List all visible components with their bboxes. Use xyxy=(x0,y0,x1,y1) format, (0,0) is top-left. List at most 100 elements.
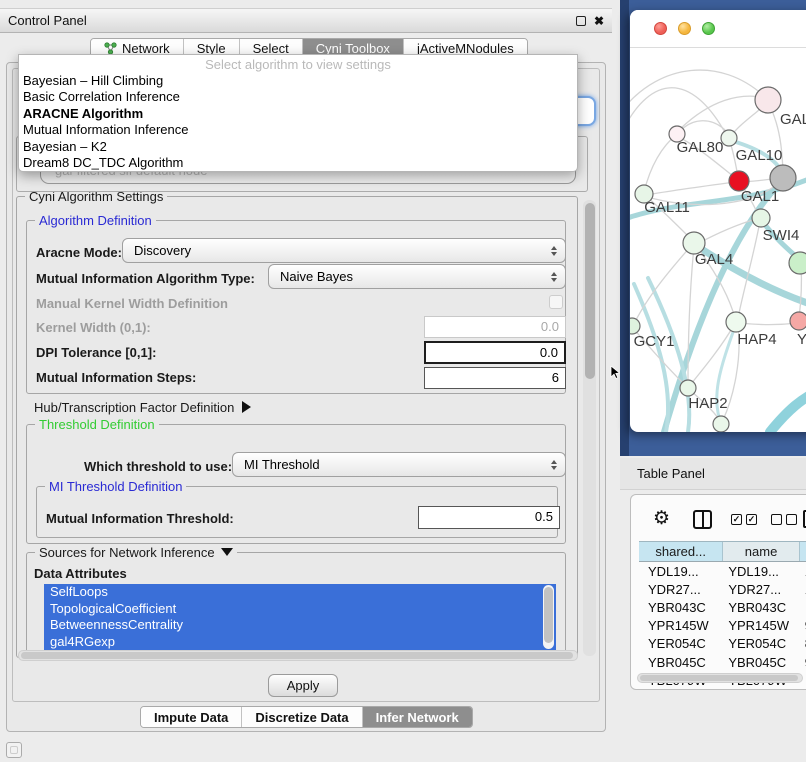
network-node[interactable] xyxy=(680,380,696,396)
table-row[interactable]: YPR145WYPR145W9. xyxy=(639,617,806,635)
attribute-list-item[interactable]: gal4RGexp xyxy=(44,634,556,651)
apply-button[interactable]: Apply xyxy=(268,674,338,697)
network-node[interactable] xyxy=(770,165,796,191)
attribute-list-item[interactable]: SelfLoops xyxy=(44,584,556,601)
network-edge xyxy=(630,70,764,108)
which-threshold-value: MI Threshold xyxy=(244,457,320,472)
network-node[interactable] xyxy=(630,318,640,334)
tab-label: Discretize Data xyxy=(255,710,348,725)
network-node[interactable] xyxy=(789,252,806,274)
column-header-clipped[interactable] xyxy=(800,542,806,561)
select-all-columns-icon[interactable]: ✓✓ xyxy=(731,514,757,525)
settings-hscrollbar-thumb[interactable] xyxy=(21,652,573,659)
network-node-label: GCY1 xyxy=(634,333,675,350)
attributes-scrollbar-thumb[interactable] xyxy=(544,587,553,643)
dropdown-item[interactable]: Basic Correlation Inference xyxy=(19,89,577,105)
tab-label: Infer Network xyxy=(376,710,459,725)
float-window-icon[interactable] xyxy=(576,16,586,26)
node-table: shared... name YDL19...YDL19...13YDR27..… xyxy=(639,541,806,693)
algorithm-dropdown-popup: Select algorithm to view settings Bayesi… xyxy=(18,54,578,172)
network-svg[interactable]: GALGAL80GAL10GAL1GAL11SWI4GAL4GCY1HAP4YH… xyxy=(630,48,806,432)
zoom-traffic-light-icon[interactable] xyxy=(702,22,715,35)
mi-algorithm-type-combobox[interactable]: Naive Bayes xyxy=(268,264,566,289)
table-hscrollbar-thumb[interactable] xyxy=(640,675,798,681)
network-node[interactable] xyxy=(713,416,729,432)
column-header-name[interactable]: name xyxy=(723,542,799,561)
tab-impute-data[interactable]: Impute Data xyxy=(141,707,242,727)
mi-steps-input[interactable]: 6 xyxy=(424,367,566,389)
tab-discretize-data[interactable]: Discretize Data xyxy=(242,707,362,727)
manual-kernel-width-label: Manual Kernel Width Definition xyxy=(36,296,228,311)
mi-threshold-label: Mutual Information Threshold: xyxy=(46,511,234,526)
table-cell: YPR145W xyxy=(723,618,799,633)
column-header-shared[interactable]: shared... xyxy=(639,542,723,561)
settings-scrollbar-thumb[interactable] xyxy=(585,203,595,379)
network-node-label: GAL4 xyxy=(695,251,733,268)
table-cell: YER054C xyxy=(639,636,723,651)
spinner-arrows-icon xyxy=(551,272,557,282)
table-row[interactable]: YLR345WYLR345W9. xyxy=(639,689,806,693)
hub-factor-expander[interactable]: Hub/Transcription Factor Definition xyxy=(34,400,251,415)
algorithm-dropdown-list: Bayesian – Hill ClimbingBasic Correlatio… xyxy=(19,73,577,171)
dropdown-item[interactable]: Dream8 DC_TDC Algorithm xyxy=(19,155,577,171)
table-row[interactable]: YBR045CYBR045C9. xyxy=(639,653,806,671)
table-settings-gear-icon[interactable]: ⚙ xyxy=(653,509,670,528)
spinner-arrows-icon xyxy=(551,246,557,256)
table-row[interactable]: YDR27...YDR27...12 xyxy=(639,580,806,598)
table-cell: YDR27... xyxy=(723,582,799,597)
dpi-tolerance-label: DPI Tolerance [0,1]: xyxy=(36,345,156,360)
close-traffic-light-icon[interactable] xyxy=(654,22,667,35)
mi-algorithm-type-label: Mutual Information Algorithm Type: xyxy=(36,271,255,286)
close-window-icon[interactable]: ✖ xyxy=(594,16,604,26)
manual-kernel-width-checkbox[interactable] xyxy=(549,295,563,309)
table-cell: YER054C xyxy=(723,636,799,651)
minimize-traffic-light-icon[interactable] xyxy=(678,22,691,35)
which-threshold-label: Which threshold to use: xyxy=(84,459,232,474)
attribute-list-item[interactable]: TopologicalCoefficient xyxy=(44,601,556,618)
dropdown-item[interactable]: Bayesian – K2 xyxy=(19,139,577,155)
kernel-width-input[interactable]: 0.0 xyxy=(424,316,566,338)
expander-expanded-icon xyxy=(221,548,233,556)
table-row[interactable]: YDL19...YDL19...13 xyxy=(639,562,806,580)
table-row[interactable]: YBR043CYBR043C xyxy=(639,598,806,616)
sources-title[interactable]: Sources for Network Inference xyxy=(35,545,237,560)
attribute-list-item[interactable]: BetweennessCentrality xyxy=(44,617,556,634)
tab-infer-network[interactable]: Infer Network xyxy=(363,707,472,727)
dropdown-item[interactable]: Mutual Information Inference xyxy=(19,122,577,138)
data-attributes-list[interactable]: SelfLoopsTopologicalCoefficientBetweenne… xyxy=(44,584,556,650)
settings-hscrollbar-track[interactable] xyxy=(18,650,578,661)
which-threshold-combobox[interactable]: MI Threshold xyxy=(232,452,566,477)
threshold-definition-title: Threshold Definition xyxy=(35,417,159,432)
network-node-label: GAL xyxy=(780,111,806,128)
attributes-scrollbar-track[interactable] xyxy=(543,585,554,649)
network-node[interactable] xyxy=(790,312,806,330)
dropdown-item[interactable]: Bayesian – Hill Climbing xyxy=(19,73,577,89)
table-panel-titlebar: Table Panel xyxy=(620,458,806,490)
network-node[interactable] xyxy=(755,87,781,113)
dropdown-item[interactable]: ARACNE Algorithm xyxy=(19,106,577,122)
network-node[interactable] xyxy=(721,130,737,146)
table-cell: YDL19... xyxy=(723,564,799,579)
network-canvas-edge xyxy=(620,0,629,456)
mi-threshold-input[interactable]: 0.5 xyxy=(418,506,560,529)
table-cell: YLR345W xyxy=(639,691,723,693)
table-cell: 13 xyxy=(800,564,806,579)
docked-panel-icon[interactable] xyxy=(6,742,22,758)
column-layout-icon[interactable] xyxy=(693,510,712,529)
network-edge xyxy=(770,390,806,432)
network-window-titlebar[interactable] xyxy=(630,10,806,48)
table-panel-card: ⚙ ✓✓ shared... name YDL19...YDL19...13YD… xyxy=(630,494,806,690)
dpi-tolerance-input[interactable]: 0.0 xyxy=(424,341,566,364)
table-row[interactable]: YER054CYER054C8. xyxy=(639,635,806,653)
expander-collapsed-icon xyxy=(242,401,251,413)
table-cell: 9. xyxy=(800,655,806,670)
table-cell: 12 xyxy=(800,582,806,597)
network-node[interactable] xyxy=(726,312,746,332)
settings-scrollbar-track[interactable] xyxy=(583,200,596,656)
deselect-all-columns-icon[interactable] xyxy=(771,514,797,525)
table-cell: YBR045C xyxy=(723,655,799,670)
network-node-label: HAP4 xyxy=(737,331,776,348)
network-node[interactable] xyxy=(752,209,770,227)
table-hscrollbar-track[interactable] xyxy=(637,673,803,683)
aracne-mode-combobox[interactable]: Discovery xyxy=(122,238,566,263)
